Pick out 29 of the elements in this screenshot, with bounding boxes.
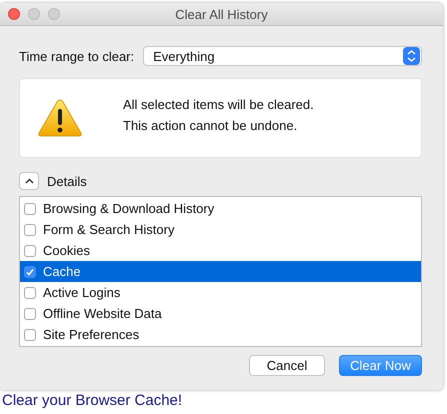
zoom-icon[interactable] — [48, 8, 60, 20]
stepper-icon — [403, 47, 420, 65]
list-item[interactable]: Site Preferences — [20, 324, 421, 345]
list-item[interactable]: Form & Search History — [20, 219, 421, 240]
cancel-button[interactable]: Cancel — [249, 355, 325, 376]
details-label: Details — [47, 174, 87, 188]
window-title: Clear All History — [175, 6, 268, 22]
checkbox[interactable] — [24, 244, 36, 256]
warning-text: This action cannot be undone. — [123, 118, 298, 133]
time-range-dropdown[interactable]: Everything — [143, 46, 422, 66]
list-item[interactable]: Browsing & Download History — [20, 198, 421, 219]
checkbox[interactable] — [24, 266, 36, 278]
time-range-label: Time range to clear: — [19, 48, 134, 64]
checkbox[interactable] — [24, 224, 36, 236]
checkbox[interactable] — [24, 328, 36, 340]
list-item[interactable]: Cookies — [20, 240, 421, 261]
list-item[interactable]: Active Logins — [20, 282, 421, 303]
list-item[interactable]: Offline Website Data — [20, 303, 421, 324]
caret-icon — [24, 178, 34, 184]
checkbox[interactable] — [24, 308, 36, 320]
minimize-icon[interactable] — [28, 8, 40, 20]
warning-text: All selected items will be cleared. — [123, 97, 314, 112]
checkbox[interactable] — [24, 202, 36, 214]
checkbox[interactable] — [24, 286, 36, 298]
close-icon[interactable] — [8, 8, 20, 20]
page-heading: Clear your Browser Cache! — [1, 392, 184, 409]
list-item[interactable]: Cache — [20, 261, 421, 282]
details-toggle[interactable] — [19, 172, 39, 190]
warning-icon — [37, 98, 83, 138]
